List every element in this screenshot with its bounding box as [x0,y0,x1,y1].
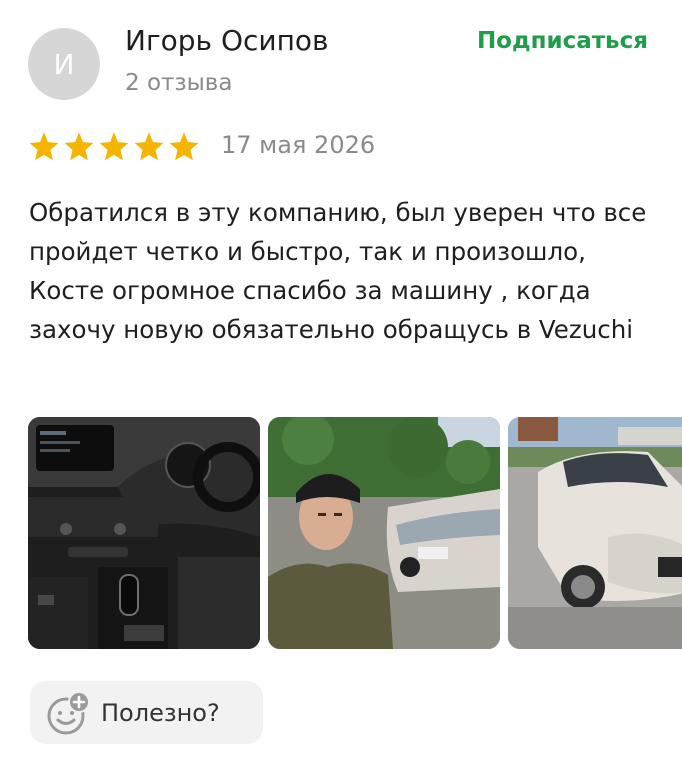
avatar[interactable]: И [28,28,100,100]
useful-label: Полезно? [101,698,220,727]
rating-stars [28,131,200,161]
star-icon [63,131,95,161]
white-car-photo[interactable] [508,417,682,649]
review-count: 2 отзыва [125,70,233,96]
smile-add-icon [47,690,90,734]
review-date: 17 мая 2026 [221,131,376,159]
photo-gallery[interactable] [28,417,682,649]
car-interior-photo[interactable] [28,417,260,649]
useful-button[interactable]: Полезно? [30,681,263,744]
author-name[interactable]: Игорь Осипов [125,24,329,57]
star-icon [168,131,200,161]
review-text: Обратился в эту компанию, был уверен что… [29,198,647,344]
star-icon [28,131,60,161]
star-icon [133,131,165,161]
customer-selfie-photo[interactable] [268,417,500,649]
star-icon [98,131,130,161]
subscribe-button[interactable]: Подписаться [477,28,648,54]
